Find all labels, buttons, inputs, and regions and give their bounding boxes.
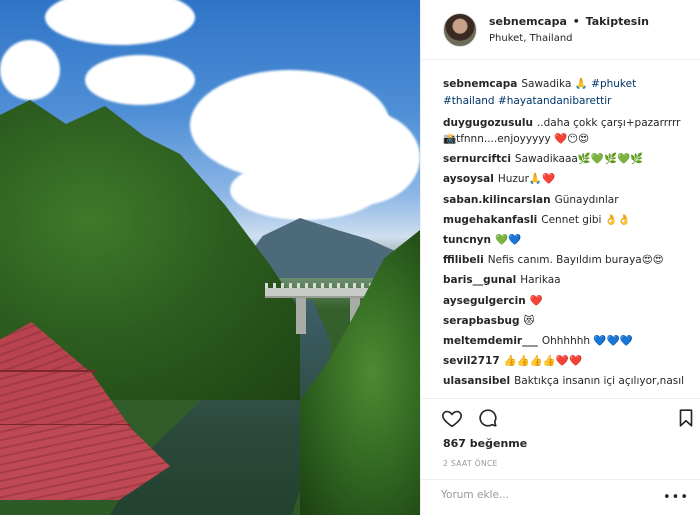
comment-text: 👍👍👍👍❤️❤️ <box>503 355 583 368</box>
cloud <box>85 55 195 105</box>
comment-item: mugehakanfasli Cennet gibi 👌👌 <box>443 213 693 228</box>
comment-text: Nefis canım. Bayıldım buraya😍😍 <box>487 254 664 267</box>
comment-item: duygugozusulu ..daha çokk çarşı+pazarrrrr… <box>443 115 693 147</box>
comment-item: ulasansibel Baktıkça insanın içi açılıyor… <box>443 374 693 389</box>
comment-text: Huzur🙏❤️ <box>497 173 556 186</box>
comment-icon[interactable] <box>477 407 499 429</box>
comment-username[interactable]: ffilibeli <box>443 254 484 266</box>
post-sidebar: sebnemcapa • Takiptesin Phuket, Thailand… <box>420 0 700 515</box>
location-link[interactable]: Phuket, Thailand <box>489 33 573 44</box>
bookmark-icon[interactable] <box>675 407 697 429</box>
comment-username[interactable]: duygugozusulu <box>443 117 533 129</box>
cloud <box>0 40 60 100</box>
comment-username[interactable]: aysoysal <box>443 173 494 185</box>
comment-username[interactable]: mugehakanfasli <box>443 214 537 226</box>
comment-item: aysegulgercin ❤️ <box>443 294 693 309</box>
comment-text: 💚💙 <box>495 233 522 246</box>
caption: sebnemcapa Sawadika 🙏 #phuket #thailand #… <box>443 76 693 110</box>
hashtag-phuket[interactable]: #phuket <box>591 78 636 90</box>
comment-text: Baktıkça insanın içi açılıyor,nasıl <box>514 375 685 388</box>
comment-username[interactable]: meltemdemir___ <box>443 335 538 347</box>
header-user-line: sebnemcapa • Takiptesin <box>489 15 649 28</box>
comment-item: ffilibeli Nefis canım. Bayıldım buraya😍😍 <box>443 253 693 268</box>
comment-item: saban.kilincarslan Günaydınlar <box>443 193 693 208</box>
comment-username[interactable]: serapbasbug <box>443 315 520 327</box>
avatar[interactable] <box>443 13 477 47</box>
comment-item: baris__gunal Harikaa <box>443 273 693 288</box>
comment-item: meltemdemir___ Ohhhhhh 💙💙💙 <box>443 334 693 349</box>
comment-text: Ohhhhhh 💙💙💙 <box>541 334 633 347</box>
comment-text: ❤️ <box>529 294 543 307</box>
post-timestamp[interactable]: 2 SAAT ÖNCE <box>443 459 498 468</box>
comment-text: Harikaa <box>520 274 561 287</box>
comment-username[interactable]: tuncnyn <box>443 234 491 246</box>
comment-username[interactable]: saban.kilincarslan <box>443 194 551 206</box>
comment-text: Günaydınlar <box>554 193 619 206</box>
separator-dot: • <box>572 15 580 28</box>
comment-list: sebnemcapa Sawadika 🙏 #phuket #thailand #… <box>443 76 693 394</box>
comment-item: aysoysal Huzur🙏❤️ <box>443 172 693 187</box>
comment-item: serapbasbug 😻 <box>443 314 693 329</box>
hashtag-thailand[interactable]: #thailand <box>443 95 495 107</box>
caption-text: Sawadika 🙏 <box>521 78 588 90</box>
heart-icon[interactable] <box>441 407 463 429</box>
comment-username[interactable]: sernurciftci <box>443 153 511 165</box>
post-photo[interactable] <box>0 0 420 515</box>
follow-status[interactable]: Takiptesin <box>586 15 649 28</box>
cloud <box>45 0 195 45</box>
post-header: sebnemcapa • Takiptesin Phuket, Thailand <box>421 0 700 60</box>
like-count[interactable]: 867 beğenme <box>443 437 527 450</box>
action-section: 867 beğenme 2 SAAT ÖNCE ••• <box>421 398 700 505</box>
comment-item: tuncnyn 💚💙 <box>443 233 693 248</box>
comment-text: Sawadikaaa🌿💚🌿💚🌿 <box>514 153 644 166</box>
more-options-icon[interactable]: ••• <box>663 490 689 505</box>
cloud <box>230 160 380 220</box>
comment-item: sernurciftci Sawadikaaa🌿💚🌿💚🌿 <box>443 152 693 167</box>
bridge-pillar <box>296 298 306 334</box>
comment-text: Cennet gibi 👌👌 <box>541 213 631 226</box>
comment-text: 😻 <box>523 314 535 327</box>
comment-username[interactable]: ulasansibel <box>443 375 510 387</box>
hashtag-hayatandanibarettir[interactable]: #hayatandanibarettir <box>498 95 612 107</box>
add-comment-bar: ••• <box>421 479 700 515</box>
comment-username[interactable]: aysegulgercin <box>443 295 526 307</box>
caption-username[interactable]: sebnemcapa <box>443 78 517 90</box>
comment-username[interactable]: sevil2717 <box>443 355 500 367</box>
comment-username[interactable]: baris__gunal <box>443 274 516 286</box>
comment-input[interactable] <box>441 489 661 501</box>
comment-item: sevil2717 👍👍👍👍❤️❤️ <box>443 354 693 369</box>
header-username[interactable]: sebnemcapa <box>489 15 567 28</box>
